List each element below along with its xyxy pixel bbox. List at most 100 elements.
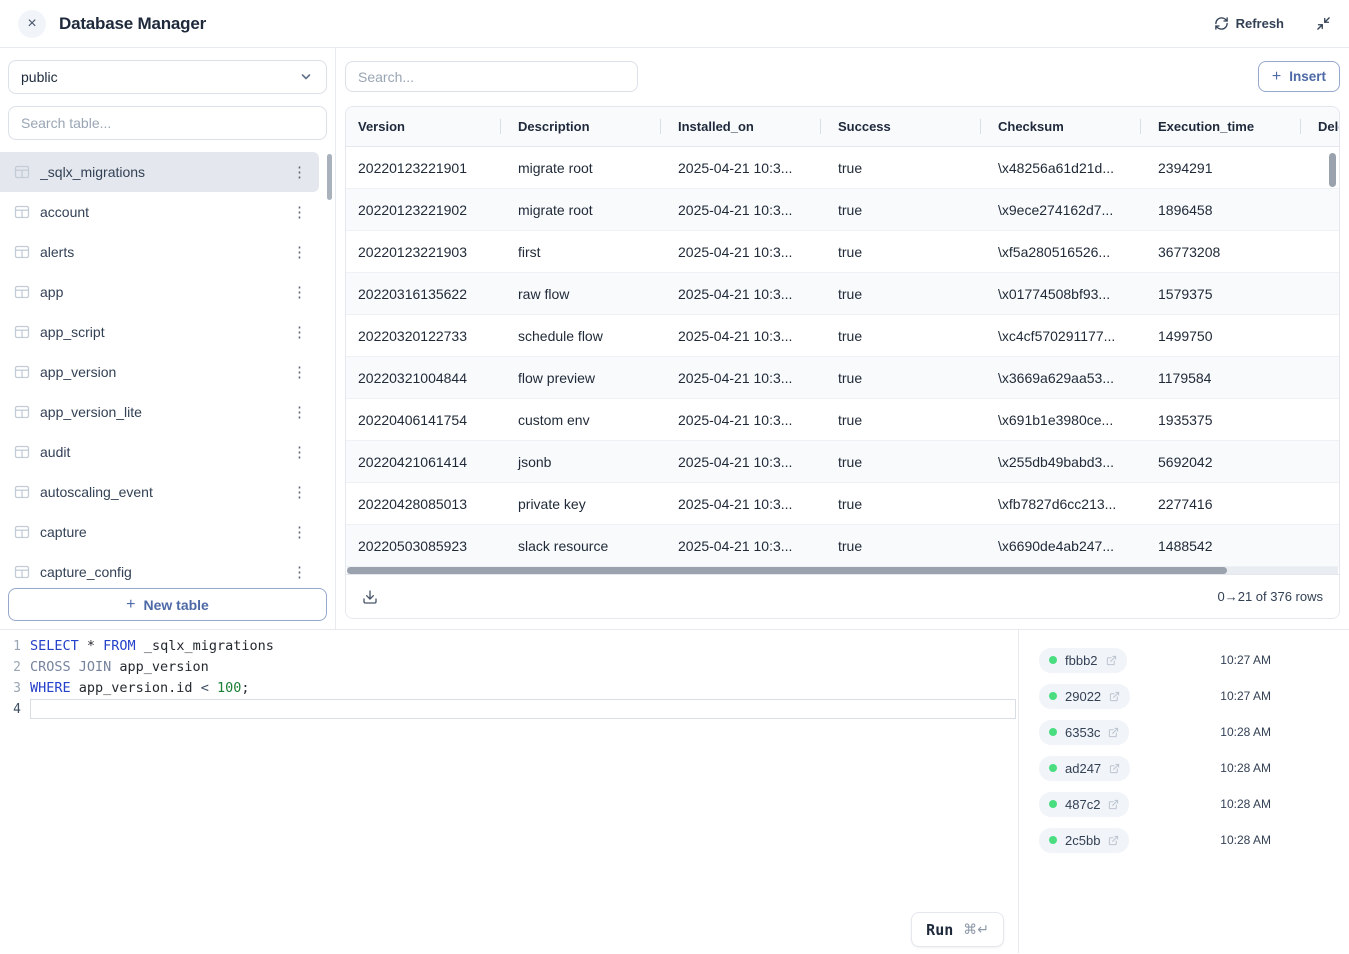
cell-description[interactable]: migrate root [506, 160, 666, 176]
cell-execution-time[interactable]: 1499750 [1146, 328, 1306, 344]
cell-version[interactable]: 20220320122733 [346, 328, 506, 344]
table-row[interactable]: 20220123221903 first 2025-04-21 10:3... … [346, 231, 1339, 273]
column-header-deleted[interactable]: Dele [1306, 119, 1340, 134]
sidebar-item-audit[interactable]: audit ⋮ [0, 432, 319, 472]
schema-select[interactable]: public [8, 60, 327, 94]
cell-checksum[interactable]: \x9ece274162d7... [986, 202, 1146, 218]
cell-checksum[interactable]: \x01774508bf93... [986, 286, 1146, 302]
refresh-button[interactable]: Refresh [1208, 15, 1290, 32]
cell-version[interactable]: 20220123221903 [346, 244, 506, 260]
table-menu-button[interactable]: ⋮ [286, 243, 313, 262]
cell-success[interactable]: true [826, 538, 986, 554]
table-row[interactable]: 20220316135622 raw flow 2025-04-21 10:3.… [346, 273, 1339, 315]
cell-description[interactable]: migrate root [506, 202, 666, 218]
column-header-success[interactable]: Success [826, 119, 986, 134]
cell-execution-time[interactable]: 1896458 [1146, 202, 1306, 218]
sidebar-item-app_version_lite[interactable]: app_version_lite ⋮ [0, 392, 319, 432]
table-search-input[interactable] [21, 115, 314, 131]
table-row[interactable]: 20220321004844 flow preview 2025-04-21 1… [346, 357, 1339, 399]
cell-version[interactable]: 20220428085013 [346, 496, 506, 512]
cell-version[interactable]: 20220503085923 [346, 538, 506, 554]
new-table-button[interactable]: + New table [8, 588, 327, 621]
table-menu-button[interactable]: ⋮ [286, 443, 313, 462]
table-menu-button[interactable]: ⋮ [286, 363, 313, 382]
cell-description[interactable]: raw flow [506, 286, 666, 302]
sidebar-item-app_version[interactable]: app_version ⋮ [0, 352, 319, 392]
cell-checksum[interactable]: \x3669a629aa53... [986, 370, 1146, 386]
cell-checksum[interactable]: \xc4cf570291177... [986, 328, 1146, 344]
history-query-pill[interactable]: ad247 [1039, 756, 1130, 781]
sidebar-item-capture[interactable]: capture ⋮ [0, 512, 319, 552]
cell-installed-on[interactable]: 2025-04-21 10:3... [666, 244, 826, 260]
cell-description[interactable]: jsonb [506, 454, 666, 470]
column-header-version[interactable]: Version [346, 119, 506, 134]
table-menu-button[interactable]: ⋮ [286, 203, 313, 222]
sidebar-item-app_script[interactable]: app_script ⋮ [0, 312, 319, 352]
cell-installed-on[interactable]: 2025-04-21 10:3... [666, 496, 826, 512]
table-menu-button[interactable]: ⋮ [286, 403, 313, 422]
table-menu-button[interactable]: ⋮ [286, 323, 313, 342]
cell-installed-on[interactable]: 2025-04-21 10:3... [666, 454, 826, 470]
table-row[interactable]: 20220320122733 schedule flow 2025-04-21 … [346, 315, 1339, 357]
history-query-pill[interactable]: 487c2 [1039, 792, 1129, 817]
cell-description[interactable]: first [506, 244, 666, 260]
cell-success[interactable]: true [826, 202, 986, 218]
cell-execution-time[interactable]: 1579375 [1146, 286, 1306, 302]
cell-version[interactable]: 20220421061414 [346, 454, 506, 470]
grid-search-input[interactable] [358, 69, 625, 85]
table-row[interactable]: 20220421061414 jsonb 2025-04-21 10:3... … [346, 441, 1339, 483]
cell-success[interactable]: true [826, 370, 986, 386]
cell-checksum[interactable]: \x255db49babd3... [986, 454, 1146, 470]
cell-execution-time[interactable]: 1935375 [1146, 412, 1306, 428]
cell-checksum[interactable]: \x48256a61d21d... [986, 160, 1146, 176]
cell-description[interactable]: flow preview [506, 370, 666, 386]
external-link-icon[interactable] [1109, 691, 1120, 702]
cell-installed-on[interactable]: 2025-04-21 10:3... [666, 412, 826, 428]
table-row[interactable]: 20220406141754 custom env 2025-04-21 10:… [346, 399, 1339, 441]
cell-success[interactable]: true [826, 244, 986, 260]
cell-installed-on[interactable]: 2025-04-21 10:3... [666, 538, 826, 554]
cell-installed-on[interactable]: 2025-04-21 10:3... [666, 286, 826, 302]
table-menu-button[interactable]: ⋮ [286, 563, 313, 582]
cell-description[interactable]: custom env [506, 412, 666, 428]
cell-installed-on[interactable]: 2025-04-21 10:3... [666, 202, 826, 218]
cell-success[interactable]: true [826, 328, 986, 344]
table-row[interactable]: 20220123221901 migrate root 2025-04-21 1… [346, 147, 1339, 189]
external-link-icon[interactable] [1108, 835, 1119, 846]
run-button[interactable]: Run ⌘↵ [911, 912, 1004, 947]
sidebar-item-capture_config[interactable]: capture_config ⋮ [0, 552, 319, 582]
sidebar-item-autoscaling_event[interactable]: autoscaling_event ⋮ [0, 472, 319, 512]
cell-execution-time[interactable]: 2394291 [1146, 160, 1306, 176]
cell-description[interactable]: slack resource [506, 538, 666, 554]
table-menu-button[interactable]: ⋮ [286, 163, 313, 182]
cell-success[interactable]: true [826, 286, 986, 302]
cell-success[interactable]: true [826, 454, 986, 470]
cell-success[interactable]: true [826, 160, 986, 176]
history-query-pill[interactable]: 29022 [1039, 684, 1130, 709]
download-button[interactable] [362, 589, 378, 605]
grid-horizontal-scrollbar-thumb[interactable] [347, 567, 1227, 574]
external-link-icon[interactable] [1106, 655, 1117, 666]
table-row[interactable]: 20220123221902 migrate root 2025-04-21 1… [346, 189, 1339, 231]
cell-execution-time[interactable]: 1488542 [1146, 538, 1306, 554]
cell-execution-time[interactable]: 1179584 [1146, 370, 1306, 386]
external-link-icon[interactable] [1109, 763, 1120, 774]
cell-description[interactable]: private key [506, 496, 666, 512]
cell-version[interactable]: 20220321004844 [346, 370, 506, 386]
insert-button[interactable]: + Insert [1258, 61, 1340, 92]
cell-version[interactable]: 20220123221902 [346, 202, 506, 218]
table-menu-button[interactable]: ⋮ [286, 483, 313, 502]
grid-vertical-scrollbar-thumb[interactable] [1329, 153, 1336, 187]
sidebar-item-_sqlx_migrations[interactable]: _sqlx_migrations ⋮ [0, 152, 319, 192]
cell-version[interactable]: 20220406141754 [346, 412, 506, 428]
cell-success[interactable]: true [826, 412, 986, 428]
cell-success[interactable]: true [826, 496, 986, 512]
cell-checksum[interactable]: \xf5a280516526... [986, 244, 1146, 260]
cell-execution-time[interactable]: 2277416 [1146, 496, 1306, 512]
history-query-pill[interactable]: 2c5bb [1039, 828, 1129, 853]
cell-installed-on[interactable]: 2025-04-21 10:3... [666, 370, 826, 386]
cell-version[interactable]: 20220316135622 [346, 286, 506, 302]
external-link-icon[interactable] [1108, 799, 1119, 810]
cell-execution-time[interactable]: 36773208 [1146, 244, 1306, 260]
cell-checksum[interactable]: \xfb7827d6cc213... [986, 496, 1146, 512]
